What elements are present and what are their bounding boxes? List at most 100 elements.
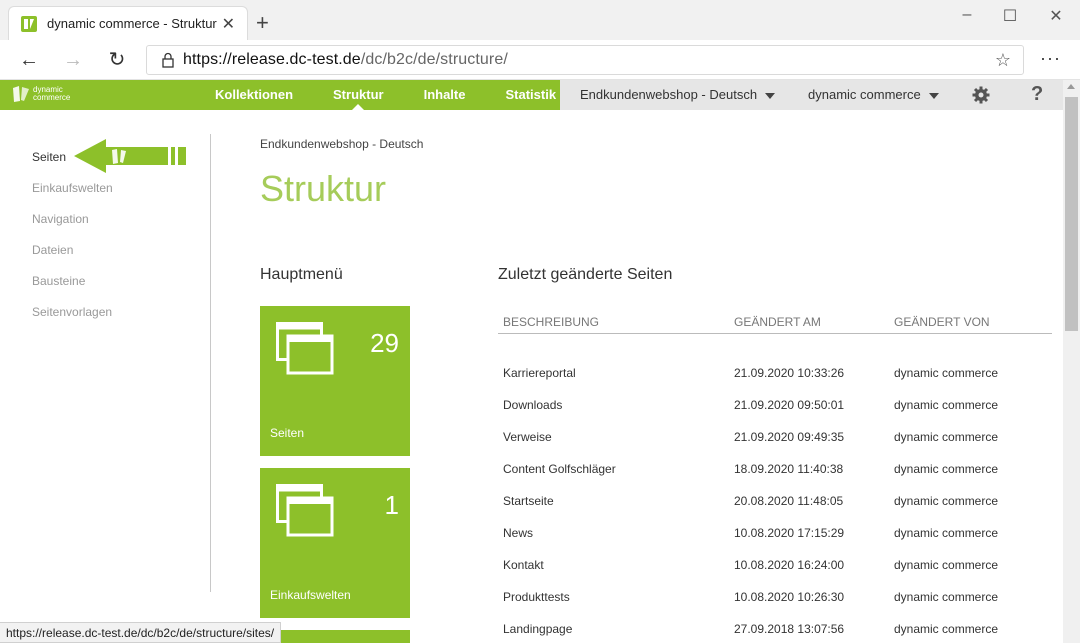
row-changed-at: 10.08.2020 16:24:00 bbox=[734, 558, 845, 572]
sidebar-item-navigation[interactable]: Navigation bbox=[32, 212, 89, 226]
tile-seiten[interactable]: 29 Seiten bbox=[260, 306, 410, 456]
logo-line2: commerce bbox=[33, 93, 71, 102]
row-changed-by: dynamic commerce bbox=[894, 590, 999, 604]
table-row[interactable]: Landingpage 27.09.2018 13:07:56 dynamic co… bbox=[498, 620, 1052, 642]
user-select-label: dynamic commerce bbox=[808, 87, 921, 102]
row-changed-by: dynamic commerce bbox=[894, 558, 999, 572]
main-nav: Kollektionen Struktur Inhalte Statistik bbox=[195, 80, 576, 110]
sidebar-item-einkaufswelten[interactable]: Einkaufswelten bbox=[32, 181, 113, 195]
row-description: Kontakt bbox=[503, 558, 544, 572]
page-title: Struktur bbox=[260, 168, 387, 209]
shop-select-label: Endkundenwebshop - Deutsch bbox=[580, 87, 758, 102]
sidebar-item-seiten[interactable]: Seiten bbox=[32, 150, 66, 164]
chevron-down-icon bbox=[765, 92, 776, 99]
tile-partial[interactable] bbox=[260, 630, 410, 643]
table-row[interactable]: Downloads 21.09.2020 09:50:01 dynamic comm… bbox=[498, 396, 1052, 418]
row-changed-by: dynamic commerce bbox=[894, 494, 999, 508]
header-geaendert-am[interactable]: GEÄNDERT AM bbox=[734, 315, 821, 329]
sidebar-item-dateien[interactable]: Dateien bbox=[32, 243, 73, 257]
back-icon[interactable]: ← bbox=[16, 48, 42, 72]
favorite-star-icon[interactable]: ☆ bbox=[995, 50, 1011, 71]
header-beschreibung[interactable]: BESCHREIBUNG bbox=[503, 315, 599, 329]
sidebar-divider bbox=[210, 134, 211, 592]
browser-toolbar: ← → ↻ https://release.dc-test.de/dc/b2c/… bbox=[0, 40, 1080, 80]
app-logo[interactable]: dynamic commerce bbox=[12, 85, 70, 103]
minimize-icon[interactable]: – bbox=[955, 6, 979, 24]
row-changed-at: 21.09.2020 09:49:35 bbox=[734, 430, 845, 444]
table-row[interactable]: News 10.08.2020 17:15:29 dynamic commerce bbox=[498, 524, 1052, 546]
shop-select[interactable]: Endkundenwebshop - Deutsch bbox=[580, 80, 776, 110]
recent-pages-table: BESCHREIBUNG GEÄNDERT AM GEÄNDERT VON Ka… bbox=[498, 314, 1052, 636]
url-host: https://release.dc-test.de bbox=[183, 51, 361, 68]
nav-kollektionen[interactable]: Kollektionen bbox=[195, 80, 313, 110]
recent-pages-heading: Zuletzt geänderte Seiten bbox=[498, 266, 673, 283]
tile-label: Seiten bbox=[270, 426, 305, 440]
active-indicator-arrow-icon bbox=[74, 139, 186, 173]
url-text: https://release.dc-test.de/dc/b2c/de/str… bbox=[183, 51, 508, 69]
new-tab-icon[interactable]: + bbox=[256, 12, 269, 34]
browser-tab[interactable]: dynamic commerce - Struktur ✕ bbox=[8, 6, 248, 40]
pages-stack-icon bbox=[276, 484, 334, 537]
row-changed-at: 20.08.2020 11:48:05 bbox=[734, 494, 844, 508]
scroll-thumb[interactable] bbox=[1065, 97, 1078, 331]
row-changed-at: 18.09.2020 11:40:38 bbox=[734, 462, 844, 476]
nav-struktur[interactable]: Struktur bbox=[313, 80, 404, 110]
table-row[interactable]: Startseite 20.08.2020 11:48:05 dynamic com… bbox=[498, 492, 1052, 514]
maximize-icon[interactable]: ☐ bbox=[998, 6, 1022, 26]
tab-title: dynamic commerce - Struktur bbox=[47, 16, 217, 31]
row-changed-by: dynamic commerce bbox=[894, 622, 999, 636]
forward-icon[interactable]: → bbox=[60, 48, 86, 72]
tile-count: 1 bbox=[384, 490, 399, 520]
row-changed-at: 21.09.2020 10:33:26 bbox=[734, 366, 845, 380]
lock-icon bbox=[162, 52, 174, 68]
table-header: BESCHREIBUNG GEÄNDERT AM GEÄNDERT VON bbox=[498, 314, 1052, 334]
hauptmenu-heading: Hauptmenü bbox=[260, 266, 343, 283]
table-row[interactable]: Content Golfschläger 18.09.2020 11:40:38 d… bbox=[498, 460, 1052, 482]
browser-menu-icon[interactable]: ··· bbox=[1040, 48, 1061, 69]
url-path: /dc/b2c/de/structure/ bbox=[360, 51, 508, 68]
row-changed-by: dynamic commerce bbox=[894, 526, 999, 540]
nav-inhalte[interactable]: Inhalte bbox=[404, 80, 486, 110]
row-changed-by: dynamic commerce bbox=[894, 462, 999, 476]
user-select[interactable]: dynamic commerce bbox=[808, 80, 939, 110]
table-row[interactable]: Karriereportal 21.09.2020 10:33:26 dynamic… bbox=[498, 364, 1052, 386]
tile-label: Einkaufswelten bbox=[270, 588, 351, 602]
header-geaendert-von[interactable]: GEÄNDERT VON bbox=[894, 315, 990, 329]
close-tab-icon[interactable]: ✕ bbox=[222, 14, 235, 34]
row-changed-at: 10.08.2020 10:26:30 bbox=[734, 590, 845, 604]
row-changed-by: dynamic commerce bbox=[894, 366, 999, 380]
row-description: Produkttests bbox=[503, 590, 570, 604]
table-row[interactable]: Kontakt 10.08.2020 16:24:00 dynamic commer… bbox=[498, 556, 1052, 578]
tile-count: 29 bbox=[370, 328, 399, 358]
close-window-icon[interactable]: ✕ bbox=[1044, 6, 1068, 26]
row-changed-by: dynamic commerce bbox=[894, 398, 999, 412]
status-bar-url: https://release.dc-test.de/dc/b2c/de/str… bbox=[0, 622, 282, 643]
gear-icon[interactable] bbox=[972, 86, 990, 104]
row-changed-at: 27.09.2018 13:07:56 bbox=[734, 622, 845, 636]
dynamic-commerce-favicon-icon bbox=[21, 15, 37, 32]
row-description: Content Golfschläger bbox=[503, 462, 616, 476]
row-changed-by: dynamic commerce bbox=[894, 430, 999, 444]
logo-text: dynamic commerce bbox=[33, 86, 70, 102]
sidebar-item-bausteine[interactable]: Bausteine bbox=[32, 274, 85, 288]
page-scrollbar[interactable] bbox=[1063, 80, 1080, 643]
chevron-down-icon bbox=[928, 92, 939, 99]
table-row[interactable]: Verweise 21.09.2020 09:49:35 dynamic comme… bbox=[498, 428, 1052, 450]
row-changed-at: 10.08.2020 17:15:29 bbox=[734, 526, 845, 540]
row-description: Startseite bbox=[503, 494, 554, 508]
row-changed-at: 21.09.2020 09:50:01 bbox=[734, 398, 845, 412]
header-right-bar: Endkundenwebshop - Deutsch dynamic comme… bbox=[560, 80, 1063, 110]
help-icon[interactable]: ? bbox=[1031, 83, 1043, 106]
address-bar[interactable]: https://release.dc-test.de/dc/b2c/de/str… bbox=[146, 45, 1024, 75]
row-description: Karriereportal bbox=[503, 366, 576, 380]
logo-mark-icon bbox=[13, 86, 29, 102]
table-row[interactable]: Produkttests 10.08.2020 10:26:30 dynamic c… bbox=[498, 588, 1052, 610]
pages-stack-icon bbox=[276, 322, 334, 375]
row-description: Landingpage bbox=[503, 622, 573, 636]
sidebar-item-seitenvorlagen[interactable]: Seitenvorlagen bbox=[32, 305, 112, 319]
breadcrumb: Endkundenwebshop - Deutsch bbox=[260, 137, 424, 151]
app-header: dynamic commerce Kollektionen Struktur I… bbox=[0, 80, 1063, 110]
tile-einkaufswelten[interactable]: 1 Einkaufswelten bbox=[260, 468, 410, 618]
reload-icon[interactable]: ↻ bbox=[104, 48, 130, 72]
scroll-up-arrow-icon[interactable] bbox=[1067, 84, 1075, 89]
